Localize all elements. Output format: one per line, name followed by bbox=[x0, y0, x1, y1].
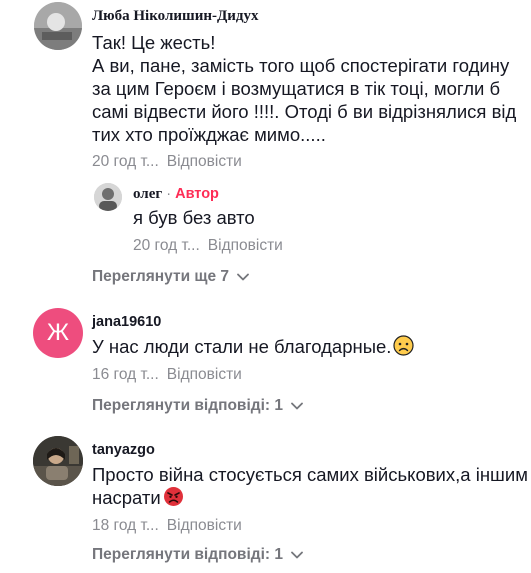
comment-text-line: за цим Героєм і возмущатися в тік тоці, … bbox=[92, 78, 501, 99]
comment-meta: 18 год т... Відповісти bbox=[92, 517, 242, 535]
comment-text-line: насрати bbox=[92, 487, 161, 508]
avatar[interactable] bbox=[94, 183, 122, 211]
comment-meta: 20 год т... Відповісти bbox=[92, 153, 242, 171]
reply-meta: 20 год т... Відповісти bbox=[133, 237, 283, 255]
reply-time: 20 год т... bbox=[133, 237, 200, 254]
reply-button[interactable]: Відповісти bbox=[167, 366, 242, 383]
reply-username[interactable]: олег bbox=[133, 186, 162, 202]
avatar[interactable] bbox=[33, 436, 83, 486]
reply-button[interactable]: Відповісти bbox=[208, 237, 283, 254]
comment-text: У нас люди стали не благодарные. bbox=[92, 335, 415, 358]
comment-username[interactable]: Люба Ніколишин-Дидух bbox=[92, 8, 259, 25]
view-more-label: Переглянути відповіді: 1 bbox=[92, 546, 283, 563]
avatar-photo bbox=[34, 2, 82, 50]
view-more-replies-button[interactable]: Переглянути відповіді: 1 bbox=[92, 546, 303, 564]
view-more-replies-button[interactable]: Переглянути ще 7 bbox=[92, 268, 249, 286]
comment-text-line: Просто війна стосується самих військових… bbox=[92, 464, 528, 485]
reply-text: я був без авто bbox=[133, 207, 255, 228]
avatar-photo bbox=[33, 436, 83, 486]
avatar-letter: Ж bbox=[46, 319, 70, 346]
comment-username[interactable]: tanyazgo bbox=[92, 442, 155, 458]
comment-text: Так! Це жесть! А ви, пане, замість того … bbox=[92, 31, 516, 146]
comment-text: Просто війна стосується самих військових… bbox=[92, 463, 528, 509]
comment-text-line: А ви, пане, замість того щоб спостерігат… bbox=[92, 55, 510, 76]
view-more-label: Переглянути ще 7 bbox=[92, 268, 230, 285]
author-badge: Автор bbox=[175, 186, 219, 202]
worried-face-icon bbox=[393, 335, 415, 356]
chevron-down-icon bbox=[291, 551, 303, 559]
avatar-photo bbox=[94, 183, 122, 211]
comment-text-line: самі відвести його !!!!. Отоді б ви відр… bbox=[92, 101, 517, 122]
separator-dot: · bbox=[166, 186, 172, 202]
comment-time: 16 год т... bbox=[92, 366, 159, 383]
comment-text-line: У нас люди стали не благодарные. bbox=[92, 336, 392, 357]
reply-button[interactable]: Відповісти bbox=[167, 517, 242, 534]
view-more-replies-button[interactable]: Переглянути відповіді: 1 bbox=[92, 397, 303, 415]
comment-username[interactable]: jana19610 bbox=[92, 314, 161, 330]
chevron-down-icon bbox=[291, 402, 303, 410]
comment-time: 18 год т... bbox=[92, 517, 159, 534]
comment-text-line: Так! Це жесть! bbox=[92, 32, 216, 53]
avatar[interactable] bbox=[34, 2, 82, 50]
angry-face-icon bbox=[163, 487, 183, 506]
reply-button[interactable]: Відповісти bbox=[167, 153, 242, 170]
comment-time: 20 год т... bbox=[92, 153, 159, 170]
avatar[interactable]: Ж bbox=[33, 308, 83, 358]
comment-meta: 16 год т... Відповісти bbox=[92, 366, 242, 384]
comment-text-line: тих хто проїжджає мимо..... bbox=[92, 124, 326, 145]
chevron-down-icon bbox=[237, 273, 249, 281]
view-more-label: Переглянути відповіді: 1 bbox=[92, 397, 283, 414]
reply-username-line: олег · Автор bbox=[133, 186, 219, 203]
